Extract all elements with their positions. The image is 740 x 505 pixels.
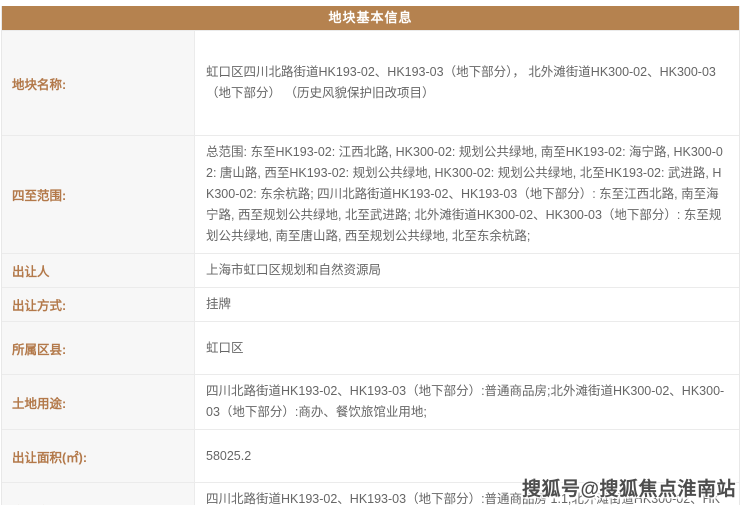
row-label: 所属区县:	[2, 322, 195, 374]
row-value: 挂牌	[195, 288, 739, 321]
row-value: 虹口区	[195, 322, 739, 374]
page: 地块基本信息 地块名称: 虹口区四川北路街道HK193-02、HK193-03（…	[0, 0, 740, 505]
row-value: 总范围: 东至HK193-02: 江西北路, HK300-02: 规划公共绿地,…	[195, 136, 739, 253]
row-label: 地块名称:	[2, 31, 195, 135]
table-row-parcel-name: 地块名称: 虹口区四川北路街道HK193-02、HK193-03（地下部分）， …	[2, 30, 739, 135]
table-row-plot-ratio: 容积率: 四川北路街道HK193-02、HK193-03（地下部分）:普通商品房…	[2, 482, 739, 505]
row-label: 四至范围:	[2, 136, 195, 253]
row-value: 虹口区四川北路街道HK193-02、HK193-03（地下部分）， 北外滩街道H…	[195, 31, 739, 135]
row-label: 容积率:	[2, 483, 195, 505]
table-row-transfer-method: 出让方式: 挂牌	[2, 287, 739, 321]
row-label: 土地用途:	[2, 375, 195, 429]
table-row-seller: 出让人 上海市虹口区规划和自然资源局	[2, 253, 739, 287]
row-label: 出让方式:	[2, 288, 195, 321]
row-value: 四川北路街道HK193-02、HK193-03（地下部分）:普通商品房;北外滩街…	[195, 375, 739, 429]
row-value: 58025.2	[195, 430, 739, 482]
row-label: 出让人	[2, 254, 195, 287]
table-row-land-use: 土地用途: 四川北路街道HK193-02、HK193-03（地下部分）:普通商品…	[2, 374, 739, 429]
table-row-transfer-area: 出让面积(㎡): 58025.2	[2, 429, 739, 482]
table-title: 地块基本信息	[2, 6, 739, 30]
row-value: 四川北路街道HK193-02、HK193-03（地下部分）:普通商品房 1.1;…	[195, 483, 739, 505]
parcel-info-table: 地块基本信息 地块名称: 虹口区四川北路街道HK193-02、HK193-03（…	[1, 6, 740, 505]
row-value: 上海市虹口区规划和自然资源局	[195, 254, 739, 287]
table-row-district: 所属区县: 虹口区	[2, 321, 739, 374]
table-row-boundaries: 四至范围: 总范围: 东至HK193-02: 江西北路, HK300-02: 规…	[2, 135, 739, 253]
row-label: 出让面积(㎡):	[2, 430, 195, 482]
